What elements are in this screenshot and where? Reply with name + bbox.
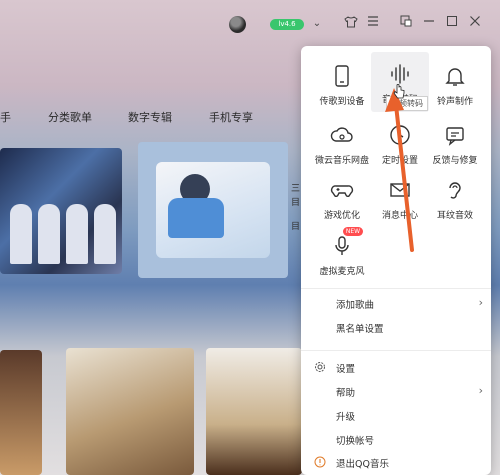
mouse-cursor-icon (393, 84, 405, 99)
feedback-icon (443, 123, 467, 147)
nav-item-playlists[interactable]: 分类歌单 (48, 109, 92, 125)
menu-divider (301, 288, 491, 289)
menu-add-songs[interactable]: 添加歌曲 › (301, 292, 491, 316)
new-badge: NEW (343, 227, 363, 236)
microphone-icon (330, 234, 354, 258)
cloud-icon (330, 123, 354, 147)
menu-ringtone-maker[interactable]: 铃声制作 (426, 54, 484, 114)
maximize-icon[interactable] (443, 15, 461, 33)
playlist-card[interactable] (66, 348, 194, 475)
avatar[interactable] (229, 16, 246, 33)
minimize-icon[interactable] (420, 15, 438, 33)
menu-exit[interactable]: 退出QQ音乐 (301, 451, 491, 475)
chevron-down-icon[interactable]: ⌄ (308, 15, 326, 33)
chevron-right-icon: › (478, 384, 483, 397)
album-card[interactable] (0, 148, 122, 274)
menu-icon[interactable] (364, 15, 382, 33)
mail-icon (388, 178, 412, 202)
menu-switch-account[interactable]: 切换帐号 (301, 428, 491, 452)
exit-icon (314, 456, 326, 468)
menu-weiyun-disk[interactable]: 微云音乐网盘 (313, 113, 371, 173)
bell-icon (443, 64, 467, 88)
sound-wave-icon (388, 62, 412, 86)
menu-upgrade[interactable]: 升级 (301, 404, 491, 428)
tshirt-icon[interactable] (342, 15, 360, 33)
close-icon[interactable] (466, 15, 484, 33)
gear-icon (314, 361, 326, 373)
menu-divider (301, 350, 491, 351)
playlist-card[interactable] (206, 348, 302, 475)
chevron-right-icon: › (478, 296, 483, 309)
menu-feedback-repair[interactable]: 反馈与修复 (426, 113, 484, 173)
menu-transfer-to-device[interactable]: 传歌到设备 (313, 54, 371, 114)
qq-music-window: lv4.6 ⌄ 手 分类歌单 数字专辑 手机专享 三 目 目 传歌到设备 铃声制… (0, 0, 500, 475)
category-nav: 手 分类歌单 数字专辑 手机专享 (0, 109, 300, 127)
menu-message-center[interactable]: 消息中心 (371, 168, 429, 228)
album-card[interactable] (138, 142, 288, 278)
clock-icon (388, 123, 412, 147)
phone-icon (330, 64, 354, 88)
menu-settings[interactable]: 设置 (301, 356, 491, 380)
ear-icon (443, 178, 467, 202)
card-side-text: 三 目 目 (291, 184, 301, 232)
gamepad-icon (330, 178, 354, 202)
vip-badge[interactable]: lv4.6 (270, 19, 304, 30)
menu-game-optimization[interactable]: 游戏优化 (313, 168, 371, 228)
playlist-card[interactable] (0, 350, 42, 475)
menu-timer[interactable]: 定时设置 (371, 113, 429, 173)
menu-help[interactable]: 帮助 › (301, 380, 491, 404)
menu-ear-sound-effect[interactable]: 耳纹音效 (426, 168, 484, 228)
nav-item[interactable]: 手 (0, 109, 11, 125)
title-bar: lv4.6 ⌄ (0, 0, 500, 50)
mini-mode-icon[interactable] (397, 15, 415, 33)
nav-item-mobile-exclusive[interactable]: 手机专享 (209, 109, 253, 125)
nav-item-digital-albums[interactable]: 数字专辑 (128, 109, 172, 125)
menu-blacklist-settings[interactable]: 黑名单设置 (301, 316, 491, 340)
